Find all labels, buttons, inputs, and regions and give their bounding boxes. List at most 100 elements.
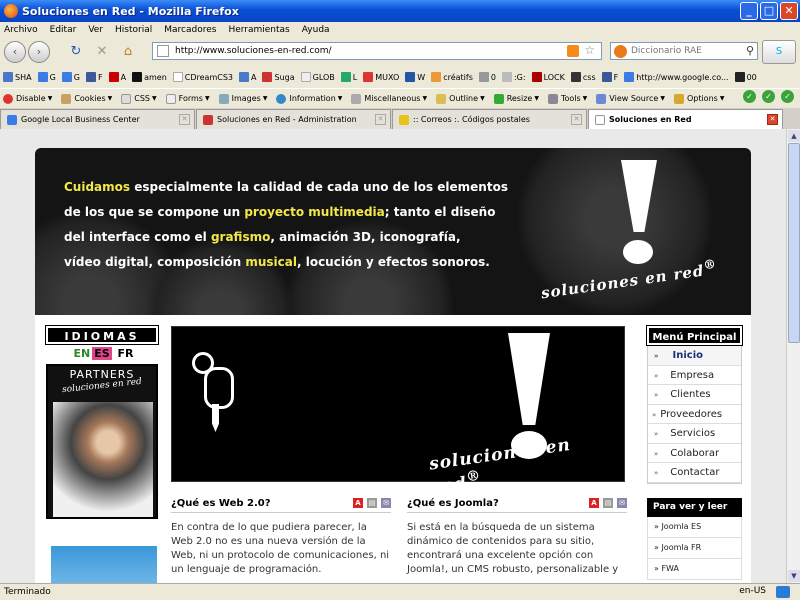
bookmark-star-icon[interactable]: ☆ xyxy=(584,43,595,57)
check-icon[interactable]: ✓ xyxy=(743,90,756,103)
search-box[interactable]: Diccionario RAE ⚲ xyxy=(610,42,758,60)
menu-item-contactar[interactable]: » Contactar xyxy=(648,463,741,483)
minimize-button[interactable]: _ xyxy=(740,2,758,20)
tab-close-icon[interactable]: ✕ xyxy=(179,114,190,125)
link-fwa[interactable]: » FWA xyxy=(647,558,742,580)
url-bar[interactable]: http://www.soluciones-en-red.com/ ☆ xyxy=(152,42,602,60)
menu-item-inicio[interactable]: » Inicio xyxy=(648,346,741,366)
dev-cookies[interactable]: Cookies ▼ xyxy=(61,93,112,104)
bookmark-item[interactable]: F xyxy=(601,72,618,82)
email-icon[interactable]: ✉ xyxy=(381,498,391,508)
link-joomla-es[interactable]: » Joomla ES xyxy=(647,516,742,538)
bookmark-icon xyxy=(531,72,542,82)
dev-outline[interactable]: Outline ▼ xyxy=(436,93,485,104)
scroll-up-icon[interactable]: ▲ xyxy=(788,130,800,142)
bookmark-item[interactable]: GLOB xyxy=(300,72,335,82)
bookmark-item[interactable]: 00 xyxy=(734,72,757,82)
menu-item-clientes[interactable]: » Clientes xyxy=(648,385,741,405)
bookmark-item[interactable]: G xyxy=(61,72,80,82)
dev-tools[interactable]: Tools ▼ xyxy=(547,93,587,104)
forms-icon xyxy=(165,93,176,104)
close-window-button[interactable]: ✕ xyxy=(780,2,798,20)
menu-editar[interactable]: Editar xyxy=(50,25,77,35)
dev-resize[interactable]: Resize ▼ xyxy=(493,93,539,104)
bookmark-item[interactable]: LOCK xyxy=(531,72,565,82)
menu-historial[interactable]: Historial xyxy=(115,25,152,35)
dev-css[interactable]: CSS ▼ xyxy=(121,93,157,104)
menu-ver[interactable]: Ver xyxy=(88,25,103,35)
bookmark-item[interactable]: Suga xyxy=(262,72,295,82)
search-placeholder[interactable]: Diccionario RAE xyxy=(631,46,702,56)
tab-correos[interactable]: :: Correos :. Códigos postales ✕ xyxy=(392,109,587,129)
menu-marcadores[interactable]: Marcadores xyxy=(164,25,216,35)
print-icon[interactable]: ▤ xyxy=(367,498,377,508)
pdf-icon[interactable]: A xyxy=(589,498,599,508)
dev-disable[interactable]: Disable ▼ xyxy=(3,93,52,104)
dev-miscellaneous[interactable]: Miscellaneous ▼ xyxy=(351,93,427,104)
partners-box[interactable]: PARTNERS soluciones en red xyxy=(46,364,158,519)
menu-item-servicios[interactable]: » Servicios xyxy=(648,424,741,444)
bookmark-item[interactable]: A xyxy=(108,72,126,82)
search-engine-icon[interactable] xyxy=(614,45,627,58)
menu-herramientas[interactable]: Herramientas xyxy=(228,25,289,35)
bookmark-item[interactable]: MUXO xyxy=(363,72,399,82)
bookmark-item[interactable]: W xyxy=(405,72,425,82)
pdf-icon[interactable]: A xyxy=(353,498,363,508)
bookmark-item[interactable]: :G: xyxy=(501,72,526,82)
menu-item-proveedores[interactable]: » Proveedores xyxy=(648,405,741,424)
skype-button[interactable]: S xyxy=(762,40,796,64)
bookmark-item[interactable]: amen xyxy=(132,72,167,82)
back-button[interactable]: ‹ xyxy=(4,41,26,63)
bookmark-item[interactable]: A xyxy=(239,72,256,82)
status-addon-icon[interactable] xyxy=(776,586,790,598)
menu-ayuda[interactable]: Ayuda xyxy=(302,25,330,35)
dev-forms[interactable]: Forms ▼ xyxy=(165,93,210,104)
side-image[interactable] xyxy=(51,546,157,583)
check-icon[interactable]: ✓ xyxy=(781,90,794,103)
dev-options[interactable]: Options ▼ xyxy=(673,93,724,104)
url-text[interactable]: http://www.soluciones-en-red.com/ xyxy=(175,46,332,56)
partner-photo[interactable] xyxy=(53,402,153,517)
print-icon[interactable]: ▤ xyxy=(603,498,613,508)
scroll-down-icon[interactable]: ▼ xyxy=(788,570,800,582)
locale-indicator[interactable]: en-US xyxy=(739,586,766,596)
article-title[interactable]: ¿Qué es Joomla? xyxy=(407,498,499,509)
tab-close-icon[interactable]: ✕ xyxy=(767,114,778,125)
article-title[interactable]: ¿Qué es Web 2.0? xyxy=(171,498,271,509)
bookmark-item[interactable]: créatifs xyxy=(431,72,473,82)
rss-icon[interactable] xyxy=(567,45,579,57)
tab-soluciones-en-red[interactable]: Soluciones en Red ✕ xyxy=(588,109,783,129)
stop-icon[interactable]: ✕ xyxy=(92,42,112,62)
vertical-scrollbar[interactable]: ▲ ▼ xyxy=(786,129,800,583)
tab-close-icon[interactable]: ✕ xyxy=(375,114,386,125)
bookmark-item[interactable]: L xyxy=(340,72,357,82)
bookmark-item[interactable]: SHA xyxy=(3,72,32,82)
link-joomla-fr[interactable]: » Joomla FR xyxy=(647,537,742,559)
tab-close-icon[interactable]: ✕ xyxy=(571,114,582,125)
email-icon[interactable]: ✉ xyxy=(617,498,627,508)
menu-item-colaborar[interactable]: » Colaborar xyxy=(648,444,741,463)
menu-archivo[interactable]: Archivo xyxy=(4,25,38,35)
bookmark-item[interactable]: F xyxy=(85,72,103,82)
home-icon[interactable]: ⌂ xyxy=(118,42,138,62)
scrollbar-thumb[interactable] xyxy=(788,143,800,343)
dev-information[interactable]: Information ▼ xyxy=(276,93,342,104)
lang-es-link[interactable]: ES xyxy=(92,347,112,360)
bookmark-item[interactable]: http://www.google.co... xyxy=(624,72,729,82)
check-icon[interactable]: ✓ xyxy=(762,90,775,103)
reload-icon[interactable]: ↻ xyxy=(66,42,86,62)
lang-fr-link[interactable]: FR xyxy=(116,347,136,360)
dev-view-source[interactable]: View Source ▼ xyxy=(596,93,665,104)
tab-google-local[interactable]: Google Local Business Center ✕ xyxy=(0,109,195,129)
bookmark-item[interactable]: CDreamCS3 xyxy=(172,72,233,82)
menu-item-empresa[interactable]: » Empresa xyxy=(648,366,741,385)
maximize-button[interactable]: □ xyxy=(760,2,778,20)
forward-button[interactable]: › xyxy=(28,41,50,63)
dev-images[interactable]: Images ▼ xyxy=(218,93,267,104)
search-icon[interactable]: ⚲ xyxy=(746,44,754,57)
bookmark-item[interactable]: 0 xyxy=(478,72,496,82)
bookmark-item[interactable]: G xyxy=(37,72,56,82)
lang-en-link[interactable]: EN xyxy=(72,347,93,360)
bookmark-item[interactable]: css xyxy=(570,72,596,82)
tab-administration[interactable]: Soluciones en Red - Administration ✕ xyxy=(196,109,391,129)
